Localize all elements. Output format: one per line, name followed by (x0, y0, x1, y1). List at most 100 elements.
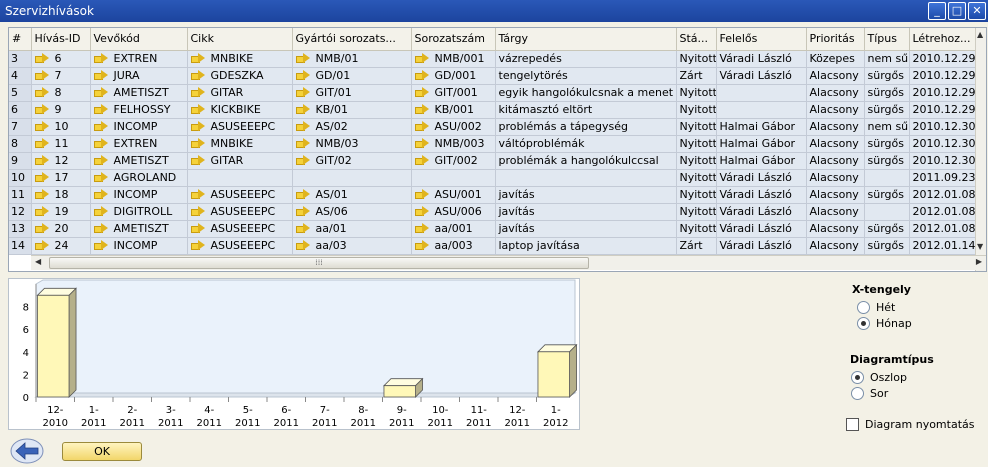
link-arrow-icon[interactable] (414, 104, 429, 114)
radio-month-button[interactable] (857, 317, 870, 330)
table-cell[interactable]: Alacsony (806, 67, 865, 85)
link-arrow-icon[interactable] (295, 223, 310, 233)
scroll-right-icon[interactable]: ▶ (976, 257, 982, 266)
table-cell[interactable]: Váradi László (716, 237, 807, 255)
table-row[interactable]: 3 6 EXTREN MNBIKE NMB/01 NMB/001 vázrepedés Nyi… (9, 50, 978, 68)
table-cell[interactable]: GDESZKA (187, 67, 293, 85)
table-cell[interactable]: Nyitott (676, 50, 717, 68)
table-cell[interactable]: javítás (495, 203, 677, 221)
table-cell[interactable]: Váradi László (716, 169, 807, 187)
table-cell[interactable]: aa/01 (292, 220, 412, 238)
table-cell[interactable]: ASUSEEEPC (187, 220, 293, 238)
table-cell[interactable]: 2012.01.08 (909, 203, 978, 221)
table-cell[interactable] (495, 169, 677, 187)
table-cell[interactable]: aa/001 (411, 220, 496, 238)
link-arrow-icon[interactable] (414, 138, 429, 148)
print-chart-check[interactable] (846, 418, 859, 431)
link-arrow-icon[interactable] (93, 70, 108, 80)
table-cell[interactable]: GIT/02 (292, 152, 412, 170)
table-cell[interactable]: 2011.09.23 (909, 169, 978, 187)
table-cell[interactable]: ASUSEEEPC (187, 118, 293, 136)
table-cell[interactable] (411, 169, 496, 187)
link-arrow-icon[interactable] (93, 206, 108, 216)
table-cell[interactable]: GD/001 (411, 67, 496, 85)
table-cell[interactable]: GD/01 (292, 67, 412, 85)
minimize-icon[interactable]: _ (928, 2, 946, 20)
table-cell[interactable]: AMETISZT (90, 220, 188, 238)
link-arrow-icon[interactable] (295, 240, 310, 250)
table-cell[interactable]: problémák a hangolókulccsal (495, 152, 677, 170)
table-cell[interactable]: 8 (31, 84, 91, 102)
link-arrow-icon[interactable] (295, 206, 310, 216)
table-cell[interactable]: EXTREN (90, 50, 188, 68)
table-cell[interactable]: ASU/006 (411, 203, 496, 221)
table-row[interactable]: 8 11 EXTREN MNBIKE NMB/03 NMB/003 váltóproblém… (9, 135, 978, 153)
table-cell[interactable]: sürgős (864, 220, 910, 238)
link-arrow-icon[interactable] (414, 70, 429, 80)
link-arrow-icon[interactable] (190, 70, 205, 80)
table-cell[interactable]: GITAR (187, 84, 293, 102)
table-cell[interactable]: ASU/002 (411, 118, 496, 136)
table-cell[interactable]: AGROLAND (90, 169, 188, 187)
close-icon[interactable]: ✕ (968, 2, 986, 20)
maximize-icon[interactable]: □ (948, 2, 966, 20)
table-cell[interactable]: Halmai Gábor (716, 152, 807, 170)
link-arrow-icon[interactable] (190, 138, 205, 148)
table-cell[interactable]: Alacsony (806, 186, 865, 204)
table-row[interactable]: 14 24 INCOMP ASUSEEEPC aa/03 aa/003 laptop jav… (9, 237, 978, 255)
row-number[interactable]: 8 (9, 135, 32, 153)
table-cell[interactable]: MNBIKE (187, 135, 293, 153)
link-arrow-icon[interactable] (295, 70, 310, 80)
table-cell[interactable]: AS/01 (292, 186, 412, 204)
table-cell[interactable]: sürgős (864, 67, 910, 85)
table-cell[interactable]: sürgős (864, 186, 910, 204)
link-arrow-icon[interactable] (34, 121, 49, 131)
table-cell[interactable]: GIT/001 (411, 84, 496, 102)
table-cell[interactable]: 24 (31, 237, 91, 255)
table-cell[interactable]: Váradi László (716, 220, 807, 238)
row-number[interactable]: 14 (9, 237, 32, 255)
table-cell[interactable]: Nyitott (676, 118, 717, 136)
radio-column[interactable]: Oszlop (851, 371, 907, 384)
table-cell[interactable]: nem sű (864, 50, 910, 68)
table-cell[interactable]: Váradi László (716, 203, 807, 221)
link-arrow-icon[interactable] (295, 155, 310, 165)
table-cell[interactable]: Nyitott (676, 152, 717, 170)
link-arrow-icon[interactable] (190, 240, 205, 250)
link-arrow-icon[interactable] (190, 53, 205, 63)
horizontal-scroll-thumb[interactable]: ⁞⁞⁞ (49, 257, 589, 269)
row-number[interactable]: 13 (9, 220, 32, 238)
table-cell[interactable] (187, 169, 293, 187)
table-cell[interactable]: KB/001 (411, 101, 496, 119)
table-cell[interactable]: Alacsony (806, 203, 865, 221)
row-number[interactable]: 9 (9, 152, 32, 170)
table-cell[interactable]: NMB/003 (411, 135, 496, 153)
scroll-left-icon[interactable]: ◀ (35, 257, 41, 266)
table-cell[interactable]: Alacsony (806, 118, 865, 136)
table-cell[interactable]: INCOMP (90, 186, 188, 204)
link-arrow-icon[interactable] (414, 53, 429, 63)
table-cell[interactable]: Zárt (676, 237, 717, 255)
table-cell[interactable]: JURA (90, 67, 188, 85)
table-cell[interactable]: sürgős (864, 152, 910, 170)
back-arrow-icon[interactable] (10, 438, 44, 464)
table-cell[interactable]: 11 (31, 135, 91, 153)
link-arrow-icon[interactable] (34, 206, 49, 216)
link-arrow-icon[interactable] (190, 87, 205, 97)
table-cell[interactable]: Nyitott (676, 203, 717, 221)
table-cell[interactable]: ASUSEEEPC (187, 237, 293, 255)
column-header[interactable]: Tárgy (495, 28, 677, 51)
link-arrow-icon[interactable] (34, 87, 49, 97)
row-number[interactable]: 4 (9, 67, 32, 85)
link-arrow-icon[interactable] (414, 206, 429, 216)
table-cell[interactable]: váltóproblémák (495, 135, 677, 153)
link-arrow-icon[interactable] (190, 206, 205, 216)
radio-column-button[interactable] (851, 371, 864, 384)
table-cell[interactable]: kitámasztó eltört (495, 101, 677, 119)
link-arrow-icon[interactable] (414, 189, 429, 199)
link-arrow-icon[interactable] (34, 70, 49, 80)
link-arrow-icon[interactable] (93, 172, 108, 182)
table-cell[interactable]: 12 (31, 152, 91, 170)
link-arrow-icon[interactable] (295, 87, 310, 97)
table-cell[interactable]: GITAR (187, 152, 293, 170)
